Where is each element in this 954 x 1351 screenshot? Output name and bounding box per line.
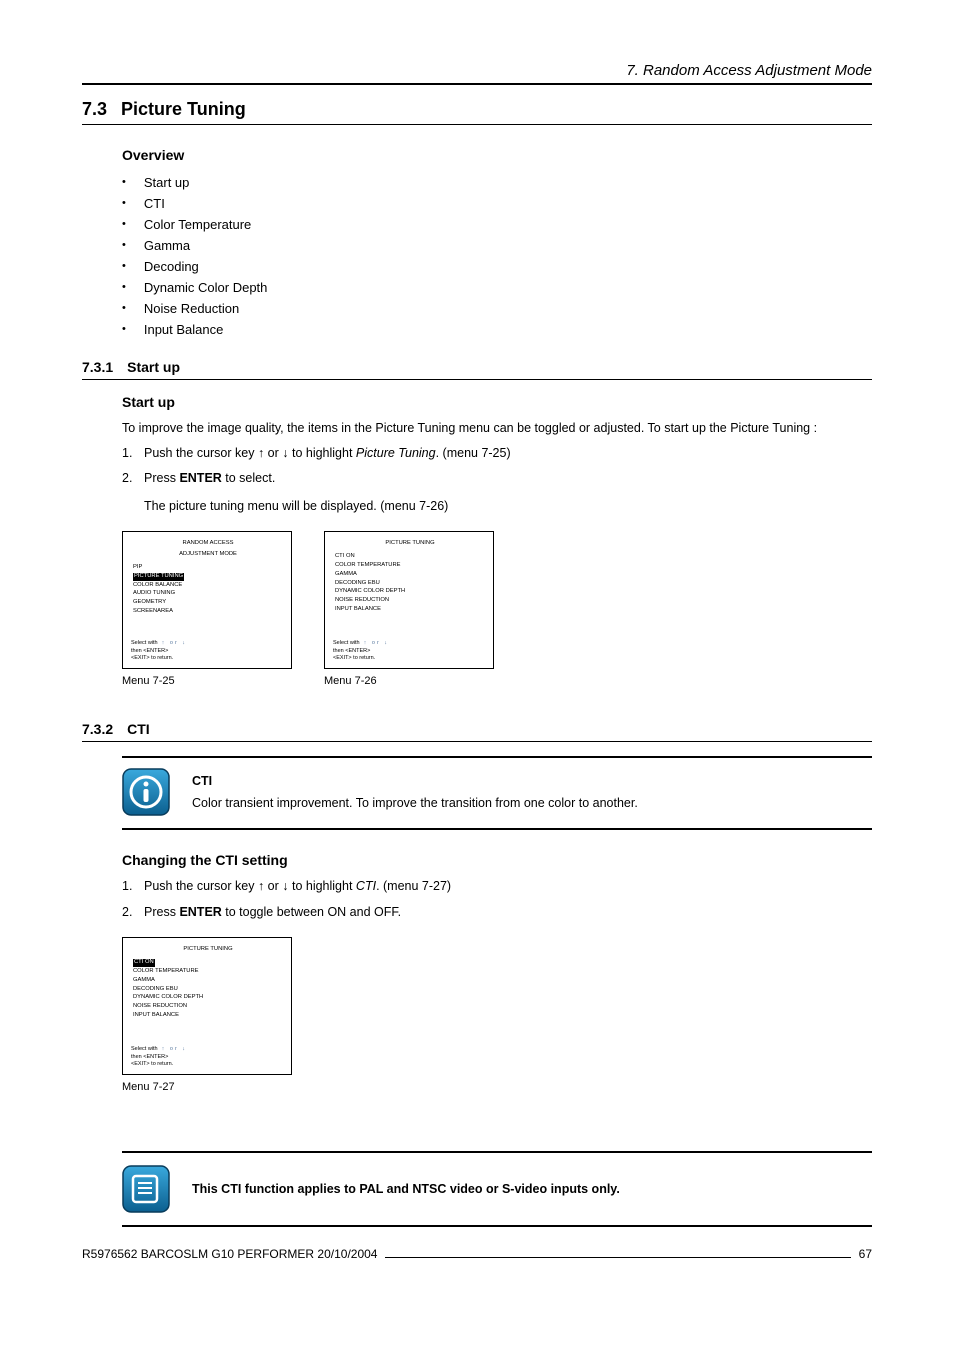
overview-list: •Start up •CTI •Color Temperature •Gamma… bbox=[122, 175, 872, 337]
menu-caption: Menu 7-27 bbox=[122, 1081, 292, 1093]
step-2: 2. Press ENTER to select. The picture tu… bbox=[122, 470, 872, 515]
overview-item: CTI bbox=[144, 196, 165, 211]
cti-steps: 1. Push the cursor key ↑ or ↓ to highlig… bbox=[122, 878, 872, 921]
overview-item: Start up bbox=[144, 175, 190, 190]
overview-item: Decoding bbox=[144, 259, 199, 274]
section-number: 7.3 bbox=[82, 99, 107, 120]
menu-caption: Menu 7-25 bbox=[122, 675, 292, 687]
menu-highlight: CTI ON bbox=[133, 959, 155, 967]
startup-heading: Start up bbox=[122, 394, 872, 410]
note-callout: This CTI function applies to PAL and NTS… bbox=[122, 1151, 872, 1227]
arrow-up-down-icon: ↑ or ↓ bbox=[162, 640, 187, 647]
subsection-7-3-2: 7.3.2 CTI bbox=[82, 721, 872, 742]
startup-steps: 1. Push the cursor key ↑ or ↓ to highlig… bbox=[122, 445, 872, 516]
section-title-text: Picture Tuning bbox=[121, 99, 246, 120]
menu-7-25: RANDOM ACCESS ADJUSTMENT MODE PIP PICTUR… bbox=[122, 531, 292, 687]
overview-heading: Overview bbox=[122, 147, 872, 163]
step-1: 1. Push the cursor key ↑ or ↓ to highlig… bbox=[122, 445, 872, 463]
list-item: •Gamma bbox=[122, 238, 872, 253]
overview-item: Input Balance bbox=[144, 322, 224, 337]
note-icon bbox=[122, 1165, 170, 1213]
info-title: CTI bbox=[192, 772, 638, 790]
list-item: •Decoding bbox=[122, 259, 872, 274]
cti-heading: Changing the CTI setting bbox=[122, 852, 872, 868]
step-2-note: The picture tuning menu will be displaye… bbox=[144, 498, 872, 516]
arrow-up-down-icon: ↑ or ↓ bbox=[162, 1046, 187, 1053]
info-callout: CTI Color transient improvement. To impr… bbox=[122, 756, 872, 830]
section-title: 7.3 Picture Tuning bbox=[82, 99, 872, 125]
overview-item: Gamma bbox=[144, 238, 190, 253]
menu-7-26: PICTURE TUNING CTI ON COLOR TEMPERATURE … bbox=[324, 531, 494, 687]
note-text: This CTI function applies to PAL and NTS… bbox=[192, 1182, 620, 1196]
menu-7-27: PICTURE TUNING CTI ON COLOR TEMPERATURE … bbox=[122, 937, 292, 1093]
list-item: •CTI bbox=[122, 196, 872, 211]
list-item: •Dynamic Color Depth bbox=[122, 280, 872, 295]
startup-intro: To improve the image quality, the items … bbox=[122, 420, 872, 437]
menu-highlight: PICTURE TUNING bbox=[133, 573, 184, 581]
subsection-title: CTI bbox=[127, 721, 150, 737]
footer-rule bbox=[385, 1257, 850, 1258]
overview-item: Noise Reduction bbox=[144, 301, 239, 316]
overview-item: Color Temperature bbox=[144, 217, 251, 232]
step-1: 1. Push the cursor key ↑ or ↓ to highlig… bbox=[122, 878, 872, 896]
list-item: •Start up bbox=[122, 175, 872, 190]
subsection-number: 7.3.1 bbox=[82, 359, 113, 375]
list-item: •Noise Reduction bbox=[122, 301, 872, 316]
overview-item: Dynamic Color Depth bbox=[144, 280, 268, 295]
info-body: Color transient improvement. To improve … bbox=[192, 796, 638, 810]
page-number: 67 bbox=[859, 1247, 872, 1261]
list-item: •Color Temperature bbox=[122, 217, 872, 232]
page-footer: R5976562 BARCOSLM G10 PERFORMER 20/10/20… bbox=[82, 1247, 872, 1261]
menu-caption: Menu 7-26 bbox=[324, 675, 494, 687]
subsection-number: 7.3.2 bbox=[82, 721, 113, 737]
list-item: •Input Balance bbox=[122, 322, 872, 337]
info-icon bbox=[122, 768, 170, 816]
subsection-title: Start up bbox=[127, 359, 180, 375]
step-2: 2. Press ENTER to toggle between ON and … bbox=[122, 904, 872, 922]
chapter-header: 7. Random Access Adjustment Mode bbox=[82, 62, 872, 85]
subsection-7-3-1: 7.3.1 Start up bbox=[82, 359, 872, 380]
arrow-up-down-icon: ↑ or ↓ bbox=[364, 640, 389, 647]
document-id: R5976562 BARCOSLM G10 PERFORMER 20/10/20… bbox=[82, 1247, 377, 1261]
